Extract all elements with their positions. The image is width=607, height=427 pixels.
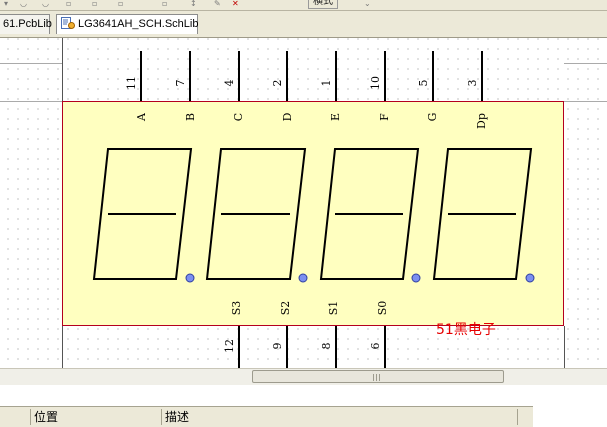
decimal-point [185, 273, 195, 283]
close-icon[interactable]: ✕ [232, 0, 239, 8]
pin-name: S0 [376, 300, 389, 316]
pin-number: 8 [320, 342, 333, 350]
toolbar-icon[interactable]: ◡ [42, 0, 49, 8]
pin-line[interactable] [238, 326, 240, 368]
pin-list-header: 位置 描述 [0, 406, 533, 427]
toolbar-icon[interactable]: ✎ [214, 0, 221, 8]
toolbar: ▾ ◡ ◡ ▫ ▫ ▫ ▫ ↕ ✎ ✕ 横式 ⌄ [0, 0, 607, 11]
pin-line[interactable] [286, 326, 288, 368]
toolbar-icon[interactable]: ↕ [190, 0, 197, 8]
pin-number: 9 [271, 342, 284, 350]
column-header[interactable] [0, 407, 30, 427]
pin-name: S3 [230, 300, 243, 316]
column-header-location[interactable]: 位置 [31, 407, 161, 427]
toolbar-icon[interactable]: ◡ [20, 0, 27, 8]
document-tab-bar: 61.PcbLib LG3641AH_SCH.SchLib [0, 11, 607, 38]
horizontal-scrollbar[interactable] [0, 368, 607, 385]
decimal-point [411, 273, 421, 283]
seven-segment-display [92, 148, 535, 283]
decimal-point [298, 273, 308, 283]
column-header-description[interactable]: 描述 [162, 407, 517, 427]
tab-label: LG3641AH_SCH.SchLib [78, 18, 199, 30]
toolbar-icon[interactable]: ▫ [92, 0, 97, 8]
scrollbar-thumb[interactable] [252, 370, 504, 383]
toolbar-mode-dropdown[interactable]: 横式 [308, 0, 338, 9]
toolbar-icon[interactable]: ▫ [66, 0, 71, 8]
tab-pcblib[interactable]: 61.PcbLib [0, 14, 52, 34]
toolbar-icon[interactable]: ▫ [162, 0, 167, 8]
pin-line[interactable] [335, 326, 337, 368]
pin-line[interactable] [384, 326, 386, 368]
toolbar-icon[interactable]: ▾ [4, 0, 8, 8]
toolbar-icon[interactable]: ▫ [118, 0, 123, 8]
watermark: 51黑电子 [436, 322, 496, 338]
schematic-canvas[interactable]: 11 7 4 2 1 10 5 3 A B C D E F G Dp S3 S2… [0, 38, 607, 368]
chevron-down-icon[interactable]: ⌄ [364, 0, 371, 8]
pin-name: S2 [279, 300, 292, 316]
panel-gap [0, 385, 607, 406]
tab-label: 61.PcbLib [3, 18, 52, 30]
decimal-point [525, 273, 535, 283]
sch-lib-icon [61, 17, 75, 29]
pin-number: 6 [369, 342, 382, 350]
pin-number: 12 [223, 339, 236, 353]
tab-schlib[interactable]: LG3641AH_SCH.SchLib [56, 14, 198, 34]
pin-name: S1 [327, 300, 340, 316]
